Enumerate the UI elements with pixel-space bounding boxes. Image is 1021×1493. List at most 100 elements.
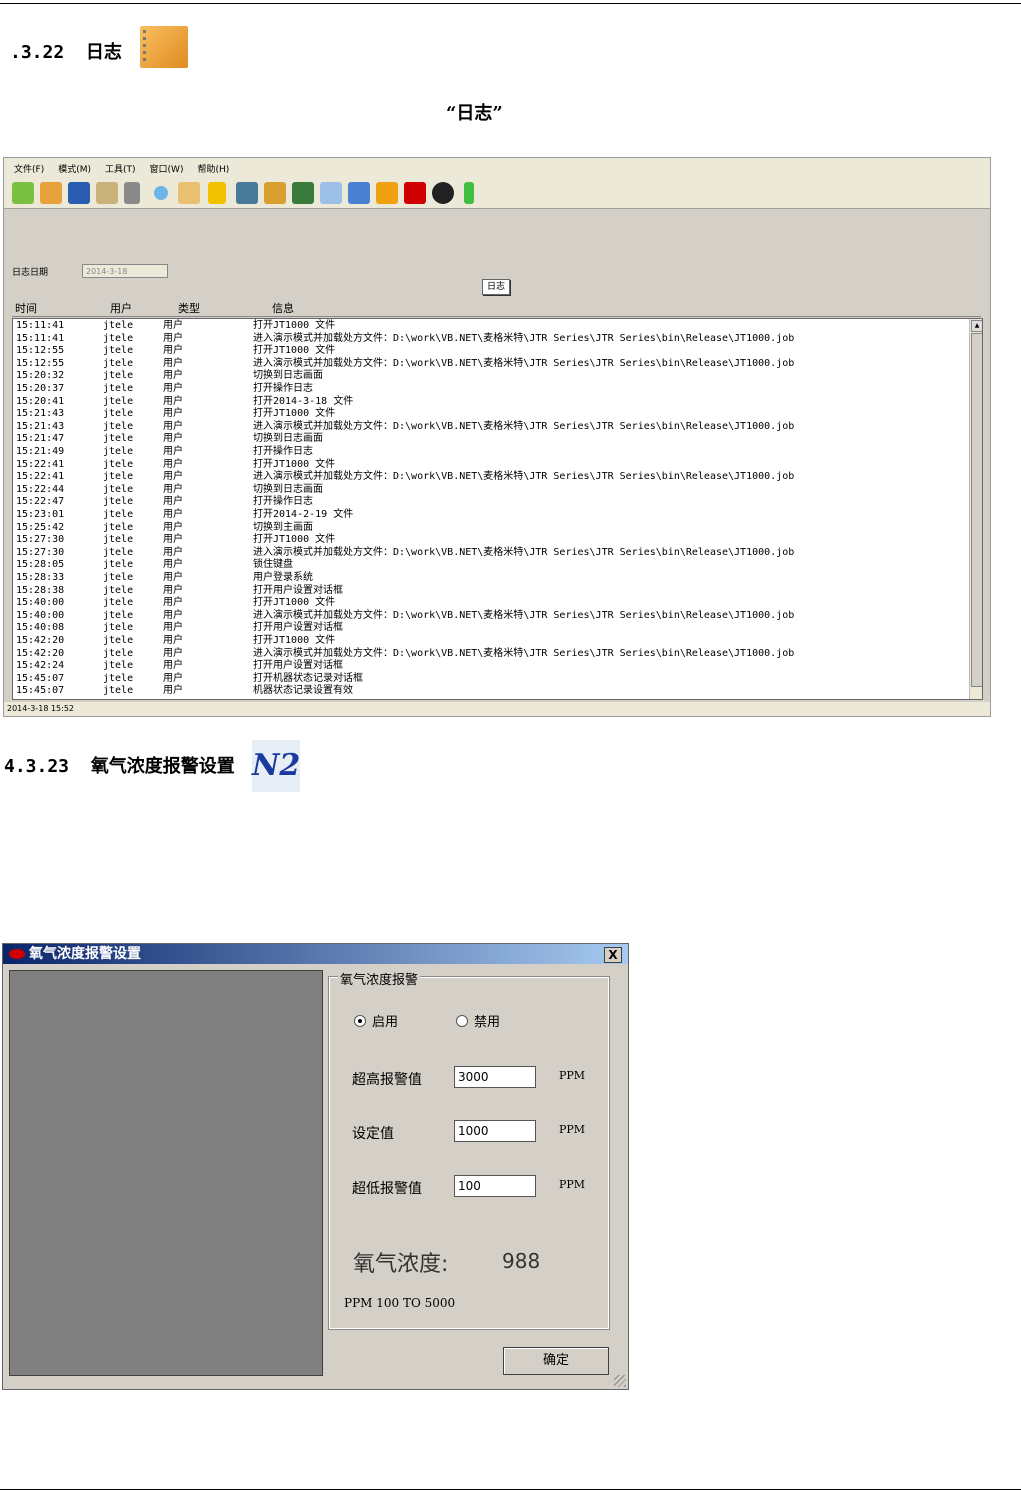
cell-user: jtele <box>103 332 134 344</box>
close-icon[interactable]: X <box>604 947 622 963</box>
bell-icon[interactable] <box>376 182 398 204</box>
log-date-label: 日志日期 <box>12 268 49 278</box>
cell-info: 切换到主画面 <box>253 521 313 533</box>
gears-icon[interactable] <box>124 182 140 204</box>
preview-pane <box>9 970 323 1376</box>
col-info[interactable]: 信息 <box>272 300 294 316</box>
cell-type: 用户 <box>163 597 183 609</box>
cell-type: 用户 <box>163 395 183 407</box>
cell-time: 15:21:49 <box>16 446 65 457</box>
cell-user: jtele <box>103 357 134 369</box>
section-heading-o2: 4.3.23 氧气浓度报警设置 <box>4 752 235 778</box>
cell-type: 用户 <box>163 546 183 558</box>
n2-icon[interactable] <box>432 182 454 204</box>
cell-type: 用户 <box>163 433 183 445</box>
section-number: 4.3.23 <box>4 756 70 777</box>
cell-user: jtele <box>103 458 134 470</box>
cell-user: jtele <box>103 584 134 596</box>
enable-radio[interactable]: 启用 <box>354 1011 398 1030</box>
menu-tools[interactable]: 工具(T) <box>105 162 136 175</box>
new-icon[interactable] <box>12 182 34 204</box>
cell-type: 用户 <box>163 584 183 596</box>
cell-info: 锁住键盘 <box>253 559 293 571</box>
disable-radio[interactable]: 禁用 <box>456 1011 500 1030</box>
cell-type: 用户 <box>163 559 183 571</box>
cell-type: 用户 <box>163 572 183 583</box>
dialog-title: 氧气浓度报警设置 <box>29 946 141 962</box>
log-button[interactable]: 日志 <box>482 279 510 295</box>
col-type[interactable]: 类型 <box>178 300 200 316</box>
setpoint-input[interactable]: 1000 <box>454 1120 536 1142</box>
cell-type: 用户 <box>163 496 183 508</box>
monitor-icon[interactable] <box>292 182 314 204</box>
section-number: .3.22 <box>10 42 65 63</box>
log-column-header: 时间 用户 类型 信息 <box>12 298 981 317</box>
o2-concentration-value: 988 <box>502 1249 541 1273</box>
cell-user: jtele <box>103 395 134 407</box>
cell-time: 15:20:41 <box>16 395 65 407</box>
cell-user: jtele <box>103 559 134 571</box>
cell-time: 15:22:41 <box>16 458 65 470</box>
cell-info: 进入演示模式并加载处方文件：D:\work\VB.NET\麦格米特\JTR Se… <box>253 471 795 483</box>
cell-type: 用户 <box>163 332 183 344</box>
log-date-field[interactable]: 2014-3-18 <box>82 264 168 278</box>
users-icon[interactable] <box>264 182 286 204</box>
low-alarm-input[interactable]: 100 <box>454 1175 536 1197</box>
menu-mode[interactable]: 模式(M) <box>58 162 91 175</box>
menu-help[interactable]: 帮助(H) <box>197 162 229 175</box>
cell-time: 15:28:05 <box>16 559 65 571</box>
battery-icon[interactable] <box>464 182 474 204</box>
cell-time: 15:12:55 <box>16 345 65 357</box>
cell-info: 打开操作日志 <box>253 383 313 394</box>
cell-info: 进入演示模式并加载处方文件：D:\work\VB.NET\麦格米特\JTR Se… <box>253 357 795 369</box>
cell-info: 打开JT1000 文件 <box>253 320 336 331</box>
n2-logo-text: N2 <box>252 748 301 783</box>
cell-type: 用户 <box>163 483 183 495</box>
open-folder-icon[interactable] <box>40 182 62 204</box>
cell-info: 打开2014-3-18 文件 <box>253 395 354 407</box>
cell-user: jtele <box>103 509 134 520</box>
dialog-titlebar: 氧气浓度报警设置 X <box>3 944 628 964</box>
menu-window[interactable]: 窗口(W) <box>150 162 184 175</box>
scroll-thumb[interactable] <box>971 333 982 687</box>
lock-icon[interactable] <box>208 182 226 204</box>
cell-type: 用户 <box>163 458 183 470</box>
cell-type: 用户 <box>163 345 183 357</box>
resize-grip-icon[interactable] <box>614 1375 626 1387</box>
cell-user: jtele <box>103 345 134 357</box>
col-user[interactable]: 用户 <box>110 300 132 316</box>
radio-checked-icon <box>354 1014 366 1027</box>
cell-user: jtele <box>103 383 134 394</box>
logo-icon[interactable] <box>404 182 426 204</box>
col-time[interactable]: 时间 <box>15 300 37 316</box>
cell-time: 15:12:55 <box>16 357 65 369</box>
cell-info: 进入演示模式并加载处方文件：D:\work\VB.NET\麦格米特\JTR Se… <box>253 332 795 344</box>
tools-icon[interactable] <box>236 182 258 204</box>
section-title: 氧气浓度报警设置 <box>90 756 235 777</box>
cell-info: 切换到日志画面 <box>253 483 323 495</box>
cell-type: 用户 <box>163 446 183 457</box>
cell-user: jtele <box>103 471 134 483</box>
cell-info: 打开JT1000 文件 <box>253 534 336 546</box>
cell-type: 用户 <box>163 635 183 646</box>
list-icon[interactable] <box>348 182 370 204</box>
cell-info: 打开JT1000 文件 <box>253 345 336 357</box>
save-icon[interactable] <box>68 182 90 204</box>
cell-time: 15:40:08 <box>16 622 65 634</box>
cell-user: jtele <box>103 622 134 634</box>
scroll-up-icon[interactable]: ▲ <box>971 320 982 332</box>
snowflake-icon[interactable] <box>154 186 168 200</box>
ok-button[interactable]: 确定 <box>503 1347 609 1375</box>
notepad-icon[interactable] <box>320 182 342 204</box>
cell-info: 进入演示模式并加载处方文件：D:\work\VB.NET\麦格米特\JTR Se… <box>253 420 795 432</box>
high-alarm-input[interactable]: 3000 <box>454 1066 536 1088</box>
folder-arrow-icon[interactable] <box>178 182 200 204</box>
setpoint-unit: PPM <box>559 1123 586 1136</box>
cell-user: jtele <box>103 660 134 672</box>
log-list[interactable]: 15:11:41 jtele 用户 打开JT1000 文件 15:11:41 jtele 用… <box>12 318 983 700</box>
vertical-scrollbar[interactable]: ▲ <box>969 319 982 699</box>
menu-file[interactable]: 文件(F) <box>14 162 44 175</box>
log-window: 文件(F) 模式(M) 工具(T) 窗口(W) 帮助(H) 日志日期 2014-… <box>3 157 991 717</box>
status-bar: 2014-3-18 15:52 <box>4 702 990 716</box>
edit-icon[interactable] <box>96 182 118 204</box>
